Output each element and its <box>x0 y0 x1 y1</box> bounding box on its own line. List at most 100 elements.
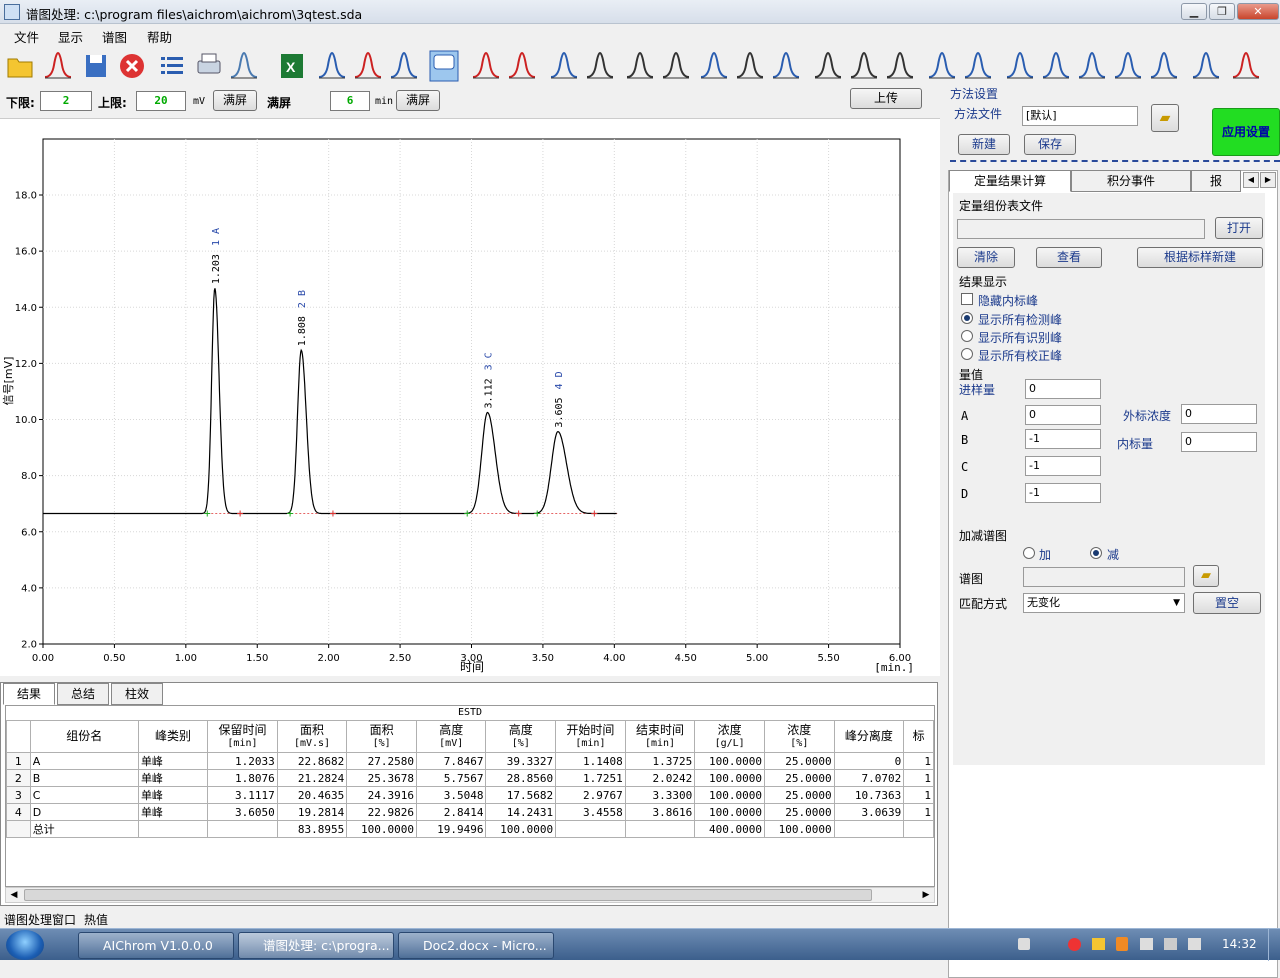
column-header[interactable]: 结束时间 [min] <box>624 720 696 753</box>
hide-internal-checkbox[interactable] <box>961 293 973 305</box>
skim-icon[interactable] <box>1004 49 1036 83</box>
peak-icon[interactable] <box>388 49 420 83</box>
new-method-button[interactable]: 新建 <box>958 134 1010 155</box>
internal-amount-input[interactable]: 0 <box>1181 432 1257 452</box>
upload-button[interactable]: 上传 <box>850 88 922 109</box>
delete-baseline-icon[interactable] <box>352 49 384 83</box>
chromatogram-input[interactable] <box>1023 567 1185 587</box>
volume-icon[interactable] <box>1164 938 1177 950</box>
export-icon[interactable] <box>1230 49 1262 83</box>
table-row[interactable]: 2 B 单峰 1.8076 21.2824 25.3678 5.7567 28.8560 1.7… <box>6 769 934 787</box>
column-header[interactable]: 浓度 [g/L] <box>694 720 765 753</box>
add-peak-icon[interactable] <box>734 49 766 83</box>
column-header[interactable]: 组份名 <box>29 720 139 753</box>
start-button[interactable] <box>6 930 44 960</box>
time-range-input[interactable]: 6 <box>330 91 370 111</box>
column-header[interactable]: 峰分离度 <box>833 720 905 753</box>
multi-peak-icon[interactable] <box>962 49 994 83</box>
scrollbar-thumb[interactable] <box>24 889 872 901</box>
column-header[interactable]: 高度 [mV] <box>415 720 487 753</box>
reset-button[interactable]: 置空 <box>1193 592 1261 614</box>
tab-scroll-right-icon[interactable]: ▶ <box>1260 172 1276 188</box>
network-icon[interactable] <box>1188 938 1201 950</box>
area-icon[interactable] <box>1076 49 1108 83</box>
shoulder-icon[interactable] <box>926 49 958 83</box>
menu-view[interactable]: 显示 <box>58 27 83 46</box>
minimize-button[interactable]: ▁ <box>1181 3 1207 20</box>
negative-peak-icon[interactable] <box>698 49 730 83</box>
chevron-down-icon[interactable]: ▼ <box>1173 594 1180 612</box>
apply-settings-button[interactable]: 应用设置 <box>1212 108 1280 156</box>
save-icon[interactable] <box>80 49 112 83</box>
add-radio[interactable] <box>1023 547 1035 559</box>
show-desktop-button[interactable] <box>1268 929 1280 961</box>
clear-button[interactable]: 清除 <box>957 247 1015 268</box>
subtract-radio[interactable] <box>1090 547 1102 559</box>
upper-limit-input[interactable]: 20 <box>136 91 186 111</box>
column-header[interactable]: 保留时间 [min] <box>207 720 278 753</box>
keyboard-icon[interactable] <box>1018 938 1030 950</box>
chromatogram-folder-icon[interactable]: ▰ <box>1193 565 1219 587</box>
full-screen-y-button[interactable]: 满屏 <box>213 90 257 111</box>
peak-start-icon[interactable] <box>624 49 656 83</box>
column-header[interactable]: 面积 [mV.s] <box>276 720 348 753</box>
component-c-input[interactable]: -1 <box>1025 456 1101 476</box>
tab-scroll-left-icon[interactable]: ◀ <box>1243 172 1259 188</box>
task-word-doc[interactable]: Doc2.docx - Micro... <box>398 932 554 959</box>
component-d-input[interactable]: -1 <box>1025 483 1101 503</box>
create-from-standard-button[interactable]: 根据标样新建 <box>1137 247 1263 268</box>
close-red-icon[interactable] <box>116 49 148 83</box>
open-folder-icon[interactable] <box>4 49 36 83</box>
show-corrected-radio[interactable] <box>961 348 973 360</box>
waveform-icon[interactable] <box>42 49 74 83</box>
menu-chromatogram[interactable]: 谱图 <box>102 27 127 46</box>
column-header[interactable]: 面积 [%] <box>346 720 417 753</box>
peak-width-icon[interactable] <box>506 49 538 83</box>
scroll-right-icon[interactable]: ▶ <box>918 888 934 902</box>
comment-icon[interactable] <box>428 49 460 83</box>
forced-peak-icon[interactable] <box>1040 49 1072 83</box>
save-method-button[interactable]: 保存 <box>1024 134 1076 155</box>
list-icon[interactable] <box>156 49 188 83</box>
excel-icon[interactable]: X <box>276 49 308 83</box>
quant-table-file-input[interactable] <box>957 219 1205 239</box>
table-row[interactable]: 1 A 单峰 1.2033 22.8682 27.2580 7.8467 39.3327 1.1… <box>6 752 934 770</box>
tray-folder-icon[interactable] <box>1092 938 1105 950</box>
column-header[interactable]: 峰类别 <box>137 720 209 753</box>
group-icon[interactable] <box>884 49 916 83</box>
task-aichrom[interactable]: AIChrom V1.0.0.0 <box>78 932 234 959</box>
show-detected-radio[interactable] <box>961 312 973 324</box>
chromatogram-chart[interactable]: 0.00 0.50 1.00 1.50 2.00 2.50 3.00 3.50 4.00 4.50… <box>0 118 940 676</box>
table-row[interactable]: 4 D 单峰 3.6050 19.2814 22.9826 2.8414 14.2431 3.4… <box>6 803 934 821</box>
component-b-input[interactable]: -1 <box>1025 429 1101 449</box>
task-chromatogram[interactable]: 谱图处理: c:\progra... <box>238 932 394 959</box>
match-mode-select[interactable]: 无变化 ▼ <box>1023 593 1185 613</box>
tab-column-efficiency[interactable]: 柱效 <box>111 683 163 705</box>
column-header[interactable]: 开始时间 [min] <box>555 720 626 753</box>
peak-split-icon[interactable] <box>470 49 502 83</box>
horizontal-scrollbar[interactable]: ◀ ▶ <box>5 887 935 903</box>
tab-integration-events[interactable]: 积分事件 <box>1071 170 1191 192</box>
inflection-icon[interactable] <box>584 49 616 83</box>
smooth-icon[interactable] <box>1148 49 1180 83</box>
scroll-left-icon[interactable]: ◀ <box>6 888 22 902</box>
folder-browse-icon[interactable]: ▰ <box>1151 104 1179 132</box>
maximize-button[interactable]: ❐ <box>1209 3 1235 20</box>
tab-summary[interactable]: 总结 <box>57 683 109 705</box>
lower-limit-input[interactable]: 2 <box>40 91 92 111</box>
tray-shield-icon[interactable] <box>1116 937 1128 951</box>
column-header[interactable]: 浓度 [%] <box>763 720 835 753</box>
external-conc-input[interactable]: 0 <box>1181 404 1257 424</box>
total-row[interactable]: 总计 83.8955 100.0000 19.9496 100.0000 400.0000… <box>6 820 934 838</box>
menu-file[interactable]: 文件 <box>14 27 39 46</box>
method-file-input[interactable]: [默认] <box>1022 106 1138 126</box>
print-preview-icon[interactable] <box>228 49 260 83</box>
tray-record-icon[interactable] <box>1068 938 1081 951</box>
tangent-icon[interactable] <box>770 49 802 83</box>
valley-icon[interactable] <box>548 49 580 83</box>
injection-input[interactable]: 0 <box>1025 379 1101 399</box>
vertical-scale-icon[interactable] <box>660 49 692 83</box>
show-identified-radio[interactable] <box>961 330 973 342</box>
tray-flag-icon[interactable] <box>1140 938 1153 950</box>
drop-icon[interactable] <box>1112 49 1144 83</box>
